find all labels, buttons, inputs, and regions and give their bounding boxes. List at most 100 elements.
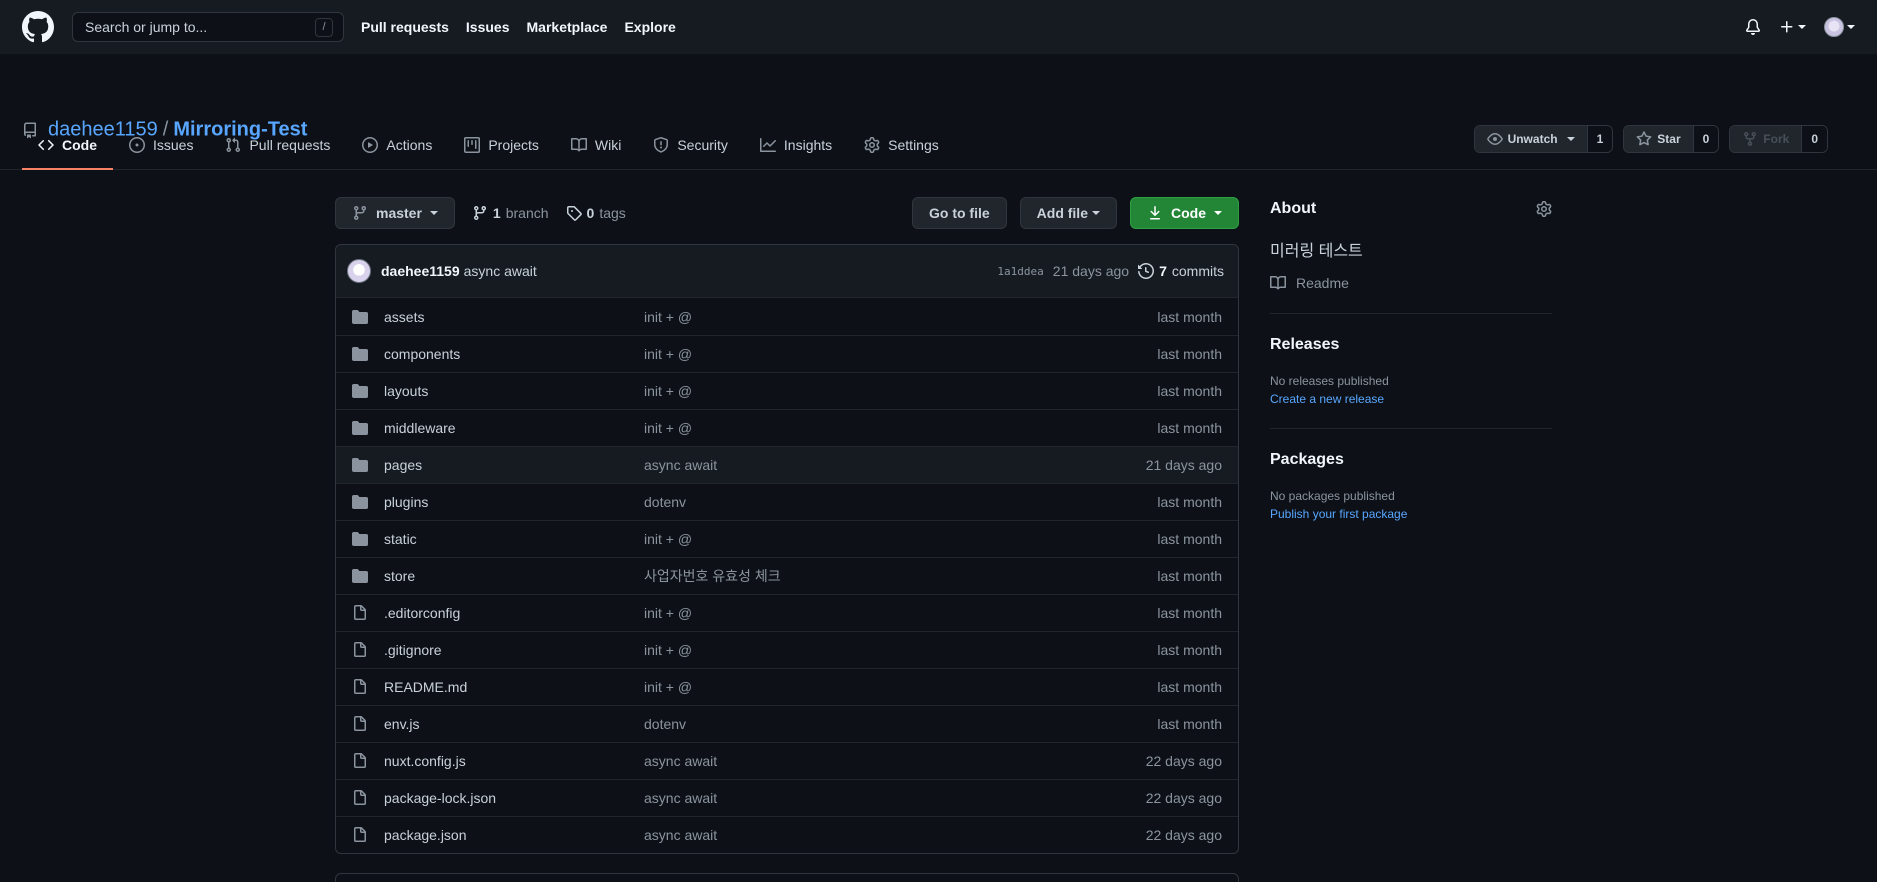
file-commit-message-link[interactable]: init + @ <box>644 383 1157 399</box>
file-commit-message-link[interactable]: async await <box>644 827 1146 843</box>
gear-icon[interactable] <box>1536 201 1552 217</box>
history-icon <box>1138 263 1155 279</box>
star-count[interactable]: 0 <box>1693 126 1719 152</box>
file-commit-message-link[interactable]: 사업자번호 유효성 체크 <box>644 566 1157 586</box>
tab-label: Code <box>62 137 97 153</box>
gear-icon <box>864 137 880 153</box>
git-branch-icon <box>472 205 488 221</box>
commit-label: commits <box>1171 263 1224 279</box>
bell-icon[interactable] <box>1745 19 1761 35</box>
file-row[interactable]: package.json async await 22 days ago <box>336 816 1238 853</box>
tab-projects[interactable]: Projects <box>448 122 555 170</box>
file-name-link[interactable]: nuxt.config.js <box>384 753 644 769</box>
file-row[interactable]: assets init + @ last month <box>336 298 1238 335</box>
avatar[interactable] <box>347 259 371 283</box>
file-commit-age: last month <box>1157 308 1222 325</box>
branches-link[interactable]: 1 branch <box>472 205 549 221</box>
file-row[interactable]: static init + @ last month <box>336 520 1238 557</box>
commit-sha-link[interactable]: 1a1ddea <box>997 265 1043 278</box>
tab-actions[interactable]: Actions <box>346 122 448 170</box>
file-row[interactable]: nuxt.config.js async await 22 days ago <box>336 742 1238 779</box>
packages-title[interactable]: Packages <box>1270 451 1344 468</box>
nav-marketplace[interactable]: Marketplace <box>527 19 608 35</box>
file-row[interactable]: components init + @ last month <box>336 335 1238 372</box>
plus-icon <box>1779 19 1795 35</box>
commit-message-link[interactable]: async await <box>464 263 537 279</box>
add-file-button[interactable]: Add file <box>1019 197 1117 229</box>
branch-select-button[interactable]: master <box>335 197 455 229</box>
file-name-link[interactable]: .editorconfig <box>384 605 644 621</box>
watch-count[interactable]: 1 <box>1587 126 1613 152</box>
file-commit-message-link[interactable]: init + @ <box>644 420 1157 436</box>
star-button[interactable]: Star <box>1624 126 1694 152</box>
file-commit-age: 22 days ago <box>1145 827 1222 843</box>
file-name-link[interactable]: store <box>384 568 644 584</box>
search-input[interactable]: Search or jump to... / <box>72 12 344 42</box>
file-commit-message-link[interactable]: dotenv <box>644 494 1157 510</box>
file-name-link[interactable]: .gitignore <box>384 642 644 658</box>
commit-author-link[interactable]: daehee1159 <box>381 263 460 279</box>
file-row[interactable]: pages async await 21 days ago <box>336 446 1238 483</box>
file-row[interactable]: package-lock.json async await 22 days ago <box>336 779 1238 816</box>
file-row[interactable]: .editorconfig init + @ last month <box>336 594 1238 631</box>
file-row[interactable]: plugins dotenv last month <box>336 483 1238 520</box>
releases-title[interactable]: Releases <box>1270 336 1339 353</box>
unwatch-button[interactable]: Unwatch <box>1474 126 1588 152</box>
branch-count: 1 <box>492 205 501 221</box>
file-commit-age: last month <box>1157 383 1222 399</box>
file-row[interactable]: layouts init + @ last month <box>336 372 1238 409</box>
nav-explore[interactable]: Explore <box>624 19 675 35</box>
nav-issues[interactable]: Issues <box>466 19 510 35</box>
file-commit-message-link[interactable]: init + @ <box>644 679 1157 695</box>
file-name-link[interactable]: package.json <box>384 827 644 843</box>
create-release-link[interactable]: Create a new release <box>1270 392 1552 406</box>
tab-insights[interactable]: Insights <box>744 122 848 170</box>
file-name-link[interactable]: layouts <box>384 383 644 399</box>
tags-link[interactable]: 0 tags <box>566 205 626 221</box>
tab-wiki[interactable]: Wiki <box>555 122 637 170</box>
fork-count[interactable]: 0 <box>1802 126 1827 152</box>
commits-history-link[interactable]: 7 commits <box>1138 263 1224 279</box>
nav-pull-requests[interactable]: Pull requests <box>361 19 449 35</box>
tab-code[interactable]: Code <box>22 122 113 170</box>
create-new-menu[interactable] <box>1779 19 1806 35</box>
file-commit-message-link[interactable]: dotenv <box>644 716 1157 732</box>
file-name-link[interactable]: pages <box>384 457 644 473</box>
caret-down-icon <box>1798 25 1806 29</box>
github-logo-icon[interactable] <box>22 11 54 43</box>
fork-button[interactable]: Fork <box>1730 126 1803 152</box>
publish-package-link[interactable]: Publish your first package <box>1270 507 1552 521</box>
file-name-link[interactable]: assets <box>384 309 644 325</box>
file-commit-message-link[interactable]: init + @ <box>644 642 1157 658</box>
file-commit-message-link[interactable]: async await <box>644 753 1146 769</box>
file-name-link[interactable]: plugins <box>384 494 644 510</box>
file-commit-message-link[interactable]: init + @ <box>644 346 1157 362</box>
file-row[interactable]: .gitignore init + @ last month <box>336 631 1238 668</box>
tab-issues[interactable]: Issues <box>113 122 209 170</box>
file-name-link[interactable]: middleware <box>384 420 644 436</box>
file-commit-age: 22 days ago <box>1145 790 1222 806</box>
file-commit-age: last month <box>1157 346 1222 362</box>
file-row[interactable]: README.md init + @ last month <box>336 668 1238 705</box>
file-row[interactable]: env.js dotenv last month <box>336 705 1238 742</box>
user-menu[interactable] <box>1824 17 1855 37</box>
readme-link[interactable]: Readme <box>1270 275 1552 291</box>
go-to-file-button[interactable]: Go to file <box>911 197 1007 229</box>
file-commit-message-link[interactable]: init + @ <box>644 309 1157 325</box>
file-name-link[interactable]: README.md <box>384 679 644 695</box>
file-row[interactable]: middleware init + @ last month <box>336 409 1238 446</box>
file-commit-message-link[interactable]: async await <box>644 457 1146 473</box>
file-name-link[interactable]: components <box>384 346 644 362</box>
file-name-link[interactable]: package-lock.json <box>384 790 644 806</box>
file-name-link[interactable]: env.js <box>384 716 644 732</box>
file-commit-message-link[interactable]: async await <box>644 790 1146 806</box>
file-commit-message-link[interactable]: init + @ <box>644 531 1157 547</box>
tab-settings[interactable]: Settings <box>848 122 955 170</box>
code-button[interactable]: Code <box>1130 197 1239 229</box>
tab-label: Settings <box>888 137 939 153</box>
file-name-link[interactable]: static <box>384 531 644 547</box>
tab-pull-requests[interactable]: Pull requests <box>209 122 346 170</box>
file-row[interactable]: store 사업자번호 유효성 체크 last month <box>336 557 1238 594</box>
tab-security[interactable]: Security <box>637 122 744 170</box>
file-commit-message-link[interactable]: init + @ <box>644 605 1157 621</box>
